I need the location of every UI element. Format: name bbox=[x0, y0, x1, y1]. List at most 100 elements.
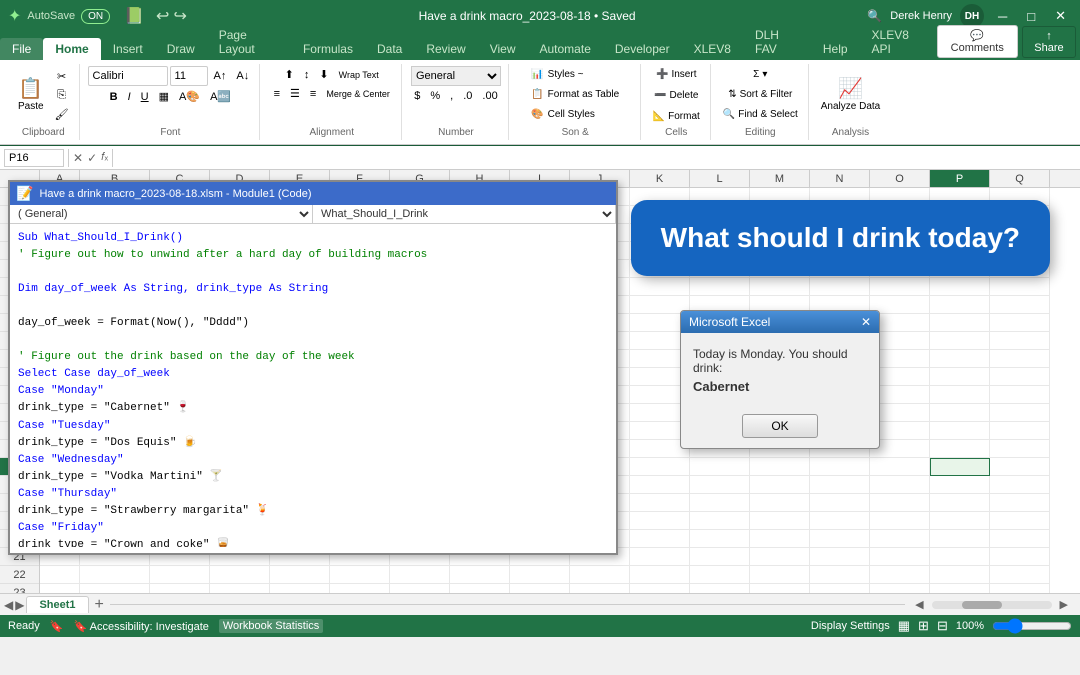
currency-btn[interactable]: $ bbox=[410, 88, 424, 104]
cell-20-13[interactable] bbox=[810, 530, 870, 548]
col-header-l[interactable]: L bbox=[690, 170, 750, 187]
scroll-sheets-left-btn[interactable]: ◀ bbox=[4, 598, 13, 612]
col-header-k[interactable]: K bbox=[630, 170, 690, 187]
cell-9-15[interactable] bbox=[930, 332, 990, 350]
cell-13-16[interactable] bbox=[990, 404, 1050, 422]
tab-insert[interactable]: Insert bbox=[101, 38, 155, 60]
cell-8-15[interactable] bbox=[930, 314, 990, 332]
page-layout-view-btn[interactable]: ⊞ bbox=[918, 618, 929, 634]
tab-xlev8-api[interactable]: XLEV8 API bbox=[860, 24, 937, 60]
align-top-btn[interactable]: ⬆ bbox=[281, 66, 298, 83]
tab-view[interactable]: View bbox=[478, 38, 528, 60]
tab-developer[interactable]: Developer bbox=[603, 38, 682, 60]
msgbox-close-btn[interactable]: ✕ bbox=[861, 315, 871, 329]
msgbox-ok-btn[interactable]: OK bbox=[742, 414, 817, 438]
zoom-slider[interactable] bbox=[992, 618, 1072, 634]
redo-btn[interactable]: ↪ bbox=[173, 6, 186, 26]
cell-7-15[interactable] bbox=[930, 296, 990, 314]
cell-19-15[interactable] bbox=[930, 512, 990, 530]
cell-21-15[interactable] bbox=[930, 548, 990, 566]
maximize-btn[interactable]: □ bbox=[1021, 7, 1041, 26]
font-family-input[interactable] bbox=[88, 66, 168, 86]
cell-6-13[interactable] bbox=[810, 278, 870, 296]
cell-22-14[interactable] bbox=[870, 566, 930, 584]
cell-6-11[interactable] bbox=[690, 278, 750, 296]
cell-7-16[interactable] bbox=[990, 296, 1050, 314]
cell-10-15[interactable] bbox=[930, 350, 990, 368]
cell-19-11[interactable] bbox=[690, 512, 750, 530]
tab-home[interactable]: Home bbox=[43, 38, 100, 60]
cell-16-11[interactable] bbox=[690, 458, 750, 476]
search-btn[interactable]: 🔍 bbox=[867, 9, 882, 23]
cell-22-16[interactable] bbox=[990, 566, 1050, 584]
cell-14-15[interactable] bbox=[930, 422, 990, 440]
col-header-q[interactable]: Q bbox=[990, 170, 1050, 187]
cell-22-6[interactable] bbox=[390, 566, 450, 584]
accessibility-text[interactable]: 🔖 Accessibility: Investigate bbox=[74, 620, 209, 633]
cell-20-12[interactable] bbox=[750, 530, 810, 548]
cell-21-10[interactable] bbox=[630, 548, 690, 566]
cell-19-16[interactable] bbox=[990, 512, 1050, 530]
insert-function-icon[interactable]: 𝑓ₓ bbox=[101, 151, 108, 164]
cell-22-8[interactable] bbox=[510, 566, 570, 584]
format-btn[interactable]: 📐 Format bbox=[649, 108, 704, 125]
cell-16-15[interactable] bbox=[930, 458, 990, 476]
insert-btn[interactable]: ➕ Insert bbox=[652, 66, 700, 83]
cell-19-13[interactable] bbox=[810, 512, 870, 530]
decrease-decimal-btn[interactable]: .00 bbox=[478, 88, 501, 104]
cell-16-13[interactable] bbox=[810, 458, 870, 476]
cell-22-12[interactable] bbox=[750, 566, 810, 584]
cell-reference-input[interactable] bbox=[4, 149, 64, 167]
cell-styles-btn[interactable]: 🎨 Cell Styles bbox=[527, 106, 599, 123]
underline-button[interactable]: U bbox=[137, 89, 153, 105]
share-btn[interactable]: ↑ Share bbox=[1022, 26, 1076, 58]
conditional-formatting-btn[interactable]: 📊 Styles ~ bbox=[527, 66, 587, 83]
cell-21-16[interactable] bbox=[990, 548, 1050, 566]
cell-18-11[interactable] bbox=[690, 494, 750, 512]
scroll-sheets-right-btn[interactable]: ▶ bbox=[15, 598, 24, 612]
cell-19-14[interactable] bbox=[870, 512, 930, 530]
cell-22-7[interactable] bbox=[450, 566, 510, 584]
cell-17-15[interactable] bbox=[930, 476, 990, 494]
fill-color-btn[interactable]: A🎨 bbox=[175, 88, 204, 105]
h-scrollbar[interactable] bbox=[932, 601, 1052, 609]
cell-20-10[interactable] bbox=[630, 530, 690, 548]
cell-22-0[interactable] bbox=[40, 566, 80, 584]
cell-21-12[interactable] bbox=[750, 548, 810, 566]
cell-22-1[interactable] bbox=[80, 566, 150, 584]
cell-22-15[interactable] bbox=[930, 566, 990, 584]
autosave-toggle[interactable]: ON bbox=[81, 9, 110, 24]
decrease-font-btn[interactable]: A↓ bbox=[232, 68, 253, 84]
cell-22-4[interactable] bbox=[270, 566, 330, 584]
tab-xlev8[interactable]: XLEV8 bbox=[682, 38, 743, 60]
cell-17-11[interactable] bbox=[690, 476, 750, 494]
page-break-view-btn[interactable]: ⊟ bbox=[937, 618, 948, 634]
cell-14-16[interactable] bbox=[990, 422, 1050, 440]
cell-18-13[interactable] bbox=[810, 494, 870, 512]
delete-btn[interactable]: ➖ Delete bbox=[650, 87, 702, 104]
sheet-tab-sheet1[interactable]: Sheet1 bbox=[26, 596, 88, 613]
cell-19-12[interactable] bbox=[750, 512, 810, 530]
italic-button[interactable]: I bbox=[124, 89, 135, 105]
cell-15-15[interactable] bbox=[930, 440, 990, 458]
cell-22-11[interactable] bbox=[690, 566, 750, 584]
cell-17-13[interactable] bbox=[810, 476, 870, 494]
cell-21-11[interactable] bbox=[690, 548, 750, 566]
h-scrollbar-thumb[interactable] bbox=[962, 601, 1002, 609]
comments-btn[interactable]: 💬 Comments bbox=[937, 25, 1018, 58]
tab-draw[interactable]: Draw bbox=[155, 38, 207, 60]
cell-17-12[interactable] bbox=[750, 476, 810, 494]
cancel-formula-icon[interactable]: ✕ bbox=[73, 151, 83, 165]
cell-17-14[interactable] bbox=[870, 476, 930, 494]
number-format-select[interactable]: General bbox=[411, 66, 501, 86]
sum-btn[interactable]: Σ ▾ bbox=[749, 66, 771, 83]
cut-button[interactable]: ✂ bbox=[51, 68, 73, 85]
cell-16-12[interactable] bbox=[750, 458, 810, 476]
minimize-btn[interactable]: ─ bbox=[992, 7, 1013, 26]
cell-6-10[interactable] bbox=[630, 278, 690, 296]
cell-22-13[interactable] bbox=[810, 566, 870, 584]
add-sheet-btn[interactable]: + bbox=[91, 596, 108, 614]
cell-18-12[interactable] bbox=[750, 494, 810, 512]
formula-input[interactable] bbox=[117, 151, 1076, 165]
align-left-btn[interactable]: ≡ bbox=[270, 86, 284, 102]
